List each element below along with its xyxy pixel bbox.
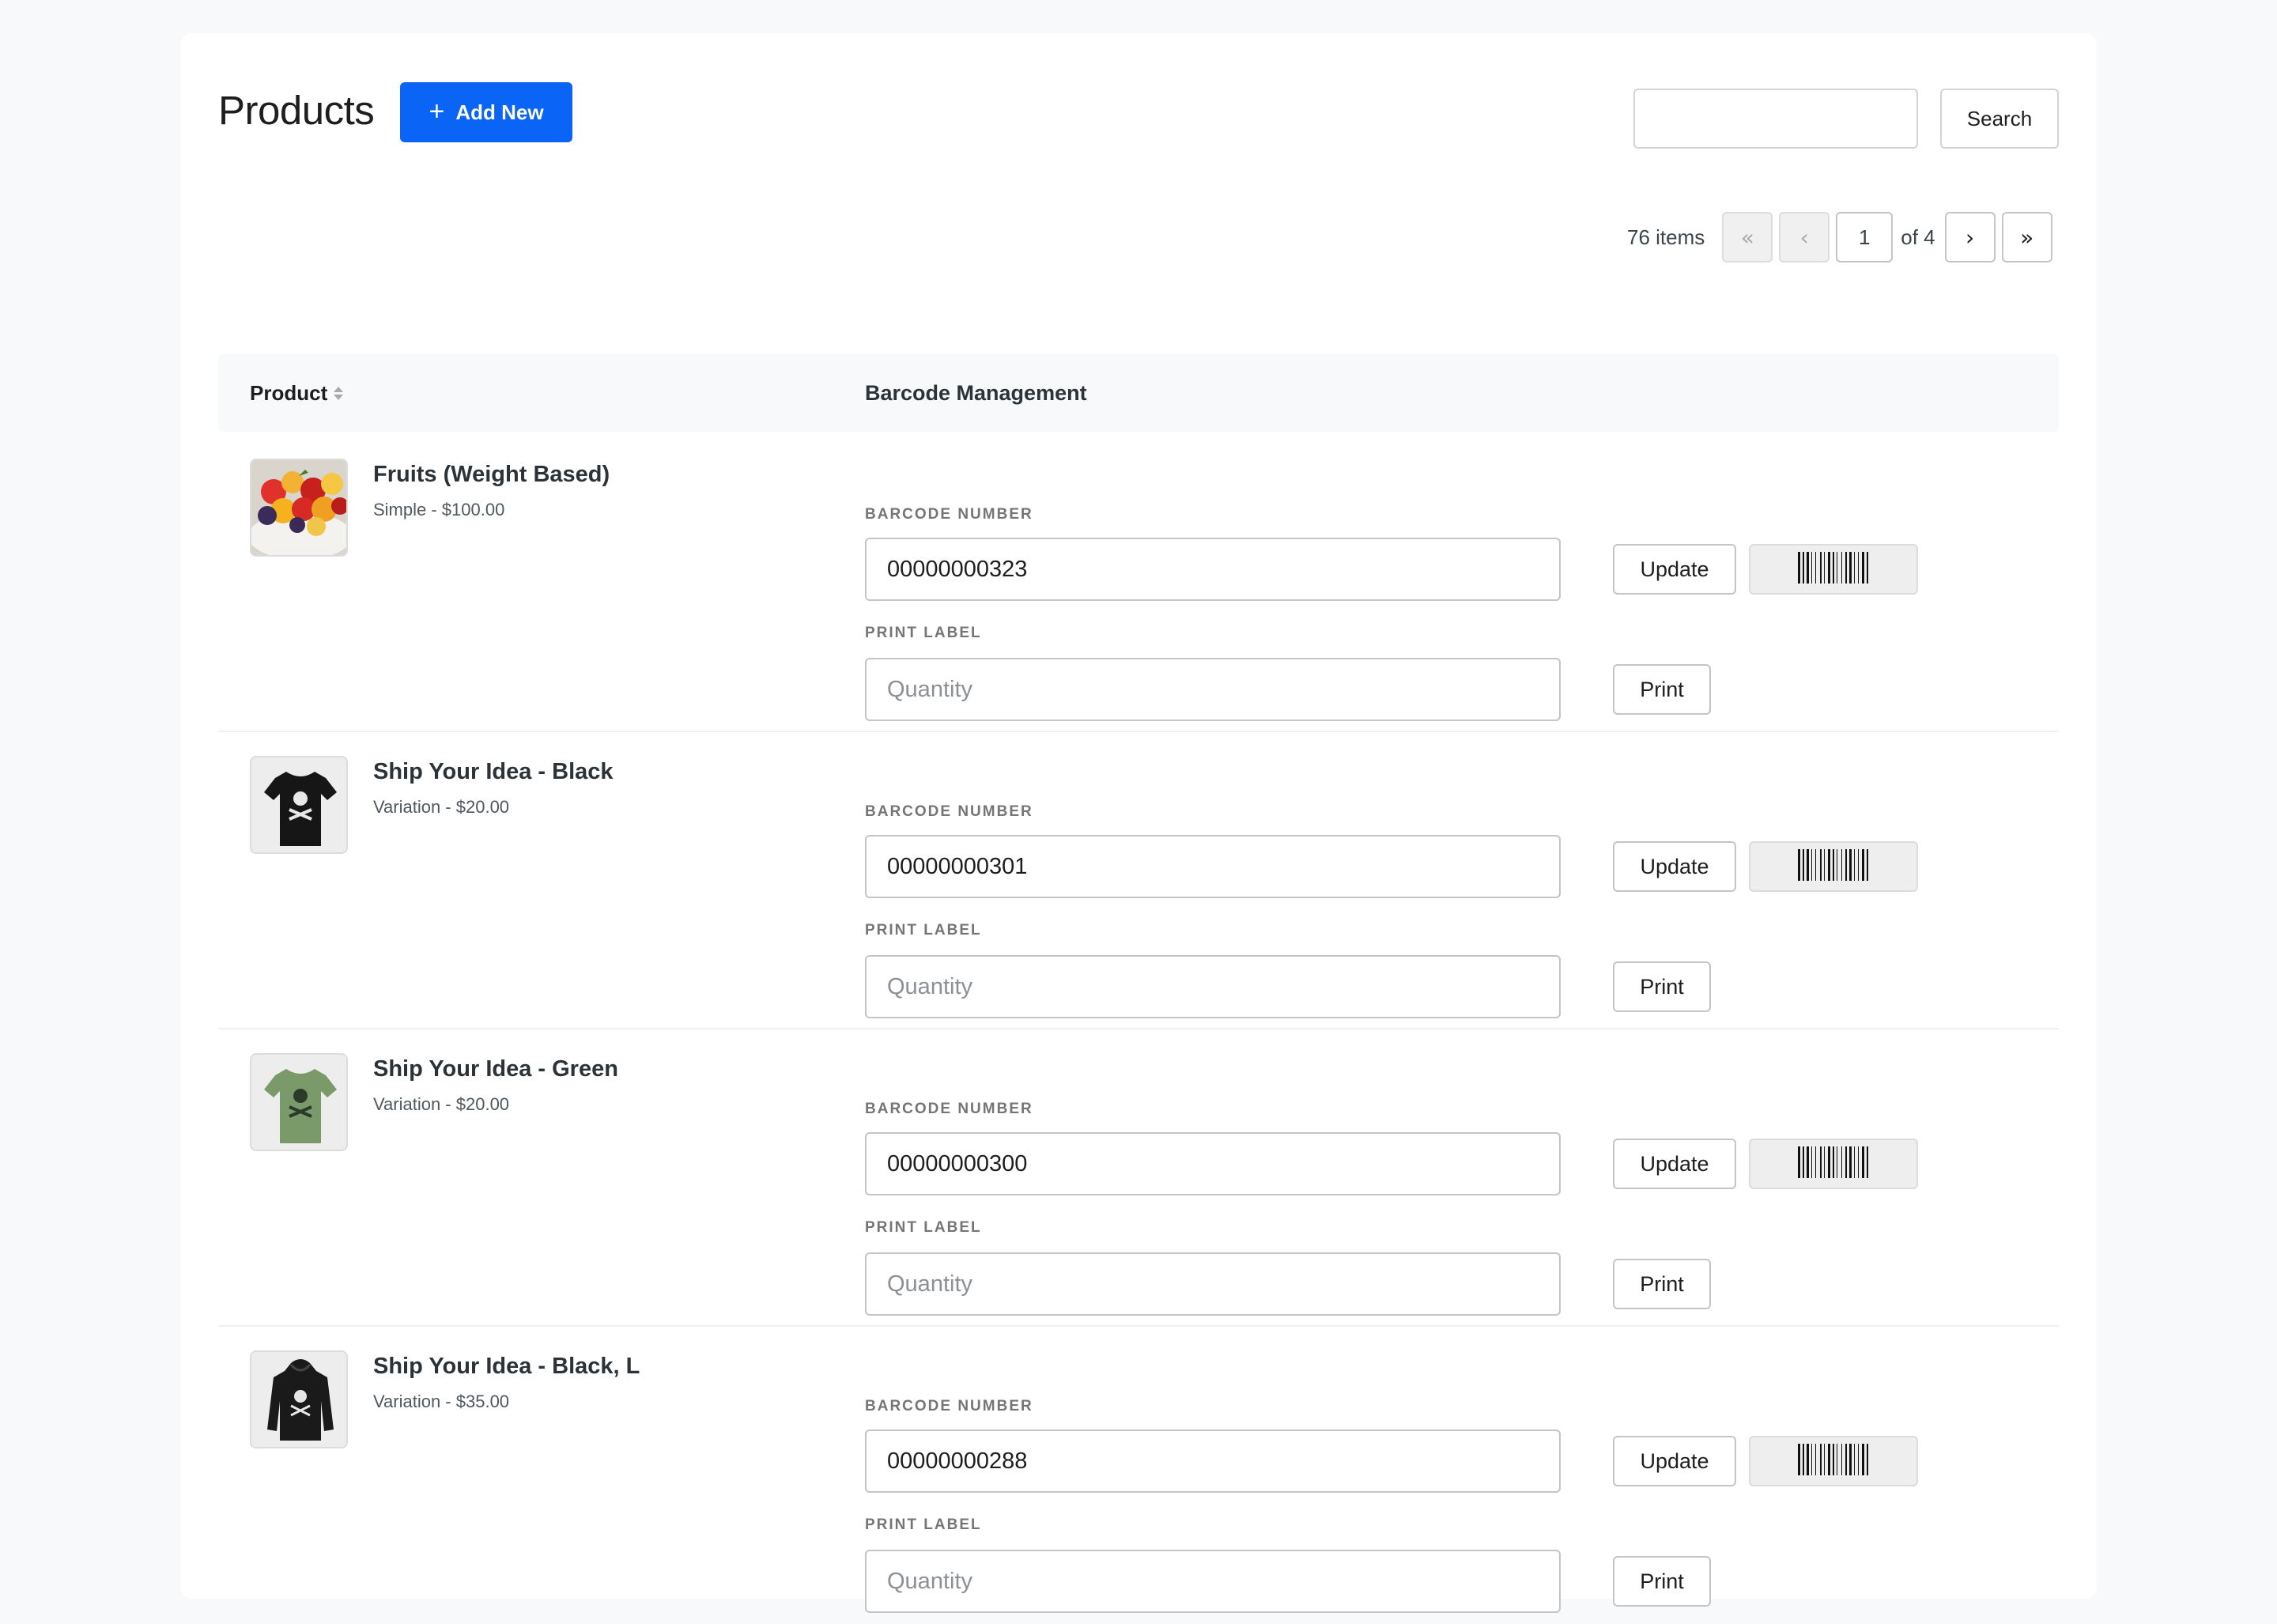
product-meta: Variation - $20.00 [373, 1094, 510, 1114]
barcode-number-label: Barcode Number [865, 1398, 1033, 1414]
add-new-label: Add New [455, 100, 544, 124]
barcode-number-input[interactable] [865, 1429, 1561, 1493]
quantity-input[interactable] [865, 1252, 1561, 1316]
print-button[interactable]: Print [1613, 961, 1711, 1012]
page-title: Products [218, 88, 375, 133]
products-card: Products + Add New Search 76 items « ‹ o… [180, 33, 2097, 1613]
print-button[interactable]: Print [1613, 1259, 1711, 1309]
column-header-product[interactable]: Product [250, 354, 344, 432]
update-button[interactable]: Update [1613, 544, 1736, 595]
print-label-label: Print Label [865, 1516, 982, 1533]
last-page-button[interactable]: » [2001, 212, 2052, 262]
product-thumbnail[interactable] [250, 459, 348, 557]
items-count: 76 items [1627, 225, 1705, 249]
update-button[interactable]: Update [1613, 1436, 1736, 1486]
barcode-number-label: Barcode Number [865, 803, 1033, 820]
product-thumbnail[interactable] [250, 1350, 348, 1448]
previous-page-button[interactable]: ‹ [1779, 212, 1830, 262]
barcode-number-input[interactable] [865, 538, 1561, 601]
product-meta: Simple - $100.00 [373, 500, 505, 519]
print-label-label: Print Label [865, 625, 982, 641]
next-page-button[interactable]: › [1944, 212, 1996, 262]
barcode-preview-button[interactable] [1749, 841, 1918, 892]
print-label-label: Print Label [865, 922, 982, 939]
barcode-icon [1798, 848, 1869, 885]
barcode-preview-button[interactable] [1749, 1436, 1918, 1486]
product-meta: Variation - $20.00 [373, 797, 510, 817]
quantity-input[interactable] [865, 658, 1561, 721]
update-button[interactable]: Update [1613, 1139, 1736, 1189]
product-name[interactable]: Ship Your Idea - Black, L [373, 1354, 640, 1380]
product-thumbnail[interactable] [250, 756, 348, 854]
add-new-button[interactable]: + Add New [400, 82, 572, 142]
barcode-icon [1798, 1146, 1869, 1182]
print-button[interactable]: Print [1613, 664, 1711, 715]
product-name[interactable]: Ship Your Idea - Black [373, 759, 614, 785]
barcode-icon [1798, 1443, 1869, 1479]
table-header: Product Barcode Management [218, 354, 2059, 432]
print-button[interactable]: Print [1613, 1556, 1711, 1607]
column-header-product-label: Product [250, 380, 328, 405]
update-button[interactable]: Update [1613, 841, 1736, 892]
barcode-number-label: Barcode Number [865, 506, 1033, 523]
barcode-icon [1798, 551, 1869, 587]
search-input[interactable] [1633, 89, 1918, 149]
first-page-button[interactable]: « [1722, 212, 1773, 262]
product-thumbnail[interactable] [250, 1053, 348, 1151]
table-row: Ship Your Idea - Black Variation - $20.00… [218, 732, 2059, 1029]
product-name[interactable]: Ship Your Idea - Green [373, 1056, 618, 1082]
product-name[interactable]: Fruits (Weight Based) [373, 462, 610, 488]
product-meta: Variation - $35.00 [373, 1392, 510, 1411]
pagination: 76 items « ‹ of 4 › » [1627, 212, 2052, 262]
barcode-number-input[interactable] [865, 835, 1561, 898]
table-row: Fruits (Weight Based) Simple - $100.00 Bar… [218, 435, 2059, 732]
quantity-input[interactable] [865, 955, 1561, 1018]
quantity-input[interactable] [865, 1550, 1561, 1613]
print-label-label: Print Label [865, 1219, 982, 1236]
current-page-input[interactable] [1836, 212, 1894, 262]
barcode-preview-button[interactable] [1749, 544, 1918, 595]
barcode-preview-button[interactable] [1749, 1139, 1918, 1189]
plus-icon: + [429, 96, 445, 127]
search-button[interactable]: Search [1940, 89, 2059, 149]
table-row: Ship Your Idea - Green Variation - $20.00… [218, 1029, 2059, 1327]
column-header-barcode-management: Barcode Management [865, 380, 1087, 405]
table-row: Ship Your Idea - Black, L Variation - $35… [218, 1327, 2059, 1624]
total-pages: of 4 [1901, 225, 1935, 249]
sort-icon[interactable] [334, 386, 344, 400]
barcode-number-label: Barcode Number [865, 1101, 1033, 1117]
barcode-number-input[interactable] [865, 1132, 1561, 1195]
